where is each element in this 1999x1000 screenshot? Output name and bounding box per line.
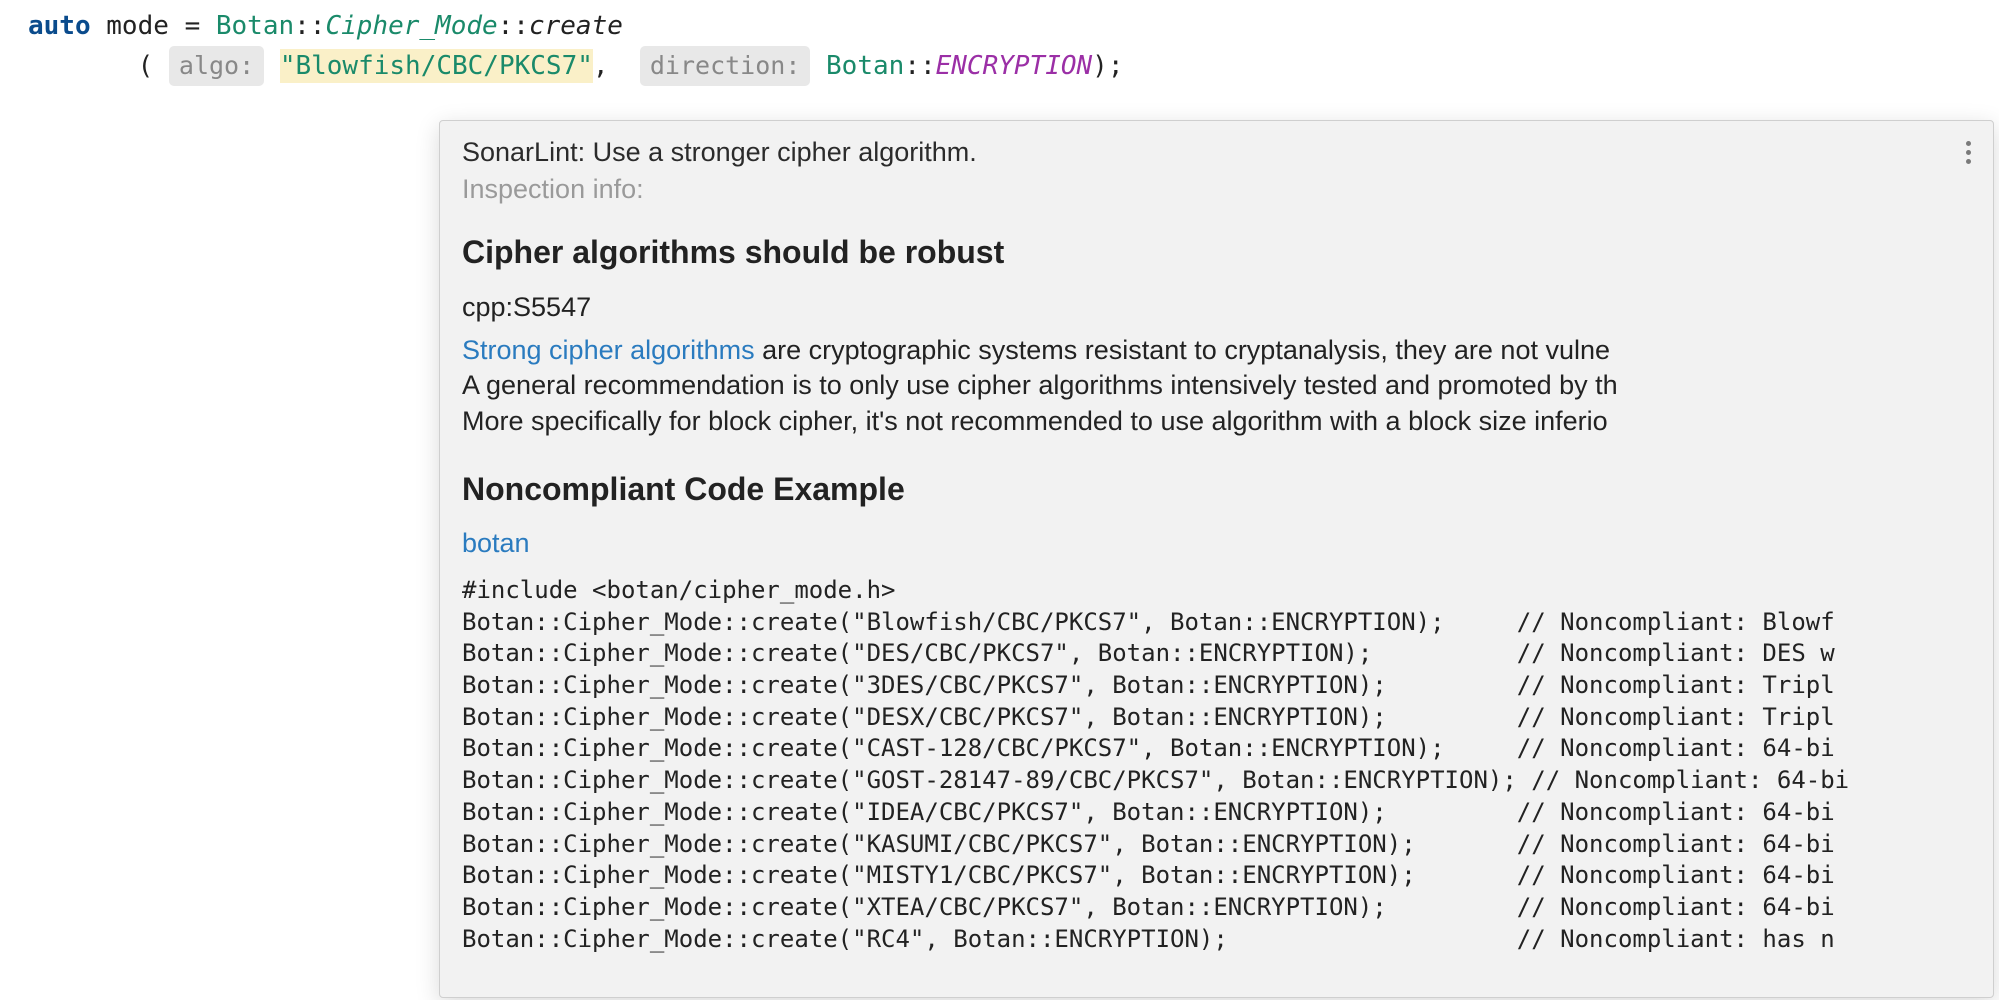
noncompliant-heading: Noncompliant Code Example (462, 466, 1971, 512)
comma: , (593, 51, 609, 81)
inspection-tooltip[interactable]: SonarLint: Use a stronger cipher algorit… (439, 120, 1994, 998)
variable-mode: mode (106, 11, 169, 41)
class-cipher-mode: Cipher_Mode (325, 11, 497, 41)
strong-cipher-link[interactable]: Strong cipher algorithms (462, 335, 755, 365)
param-hint-direction: direction: (640, 46, 811, 86)
more-options-icon[interactable] (1960, 135, 1977, 170)
inspection-info-label: Inspection info: (462, 172, 1971, 207)
string-algo-arg[interactable]: "Blowfish/CBC/PKCS7" (280, 49, 593, 83)
namespace-botan-2: Botan (826, 51, 904, 81)
noncompliant-codeblock[interactable]: #include <botan/cipher_mode.h> Botan::Ci… (462, 575, 1971, 955)
method-create: create (529, 11, 623, 41)
rule-desc-line-1: Strong cipher algorithms are cryptograph… (462, 333, 1971, 369)
dcolon: :: (294, 11, 325, 41)
rule-id: cpp:S5547 (462, 288, 1971, 327)
botan-link[interactable]: botan (462, 524, 530, 563)
desc-rest-1: are cryptographic systems resistant to c… (755, 335, 1610, 365)
dcolon3: :: (904, 51, 935, 81)
dcolon2: :: (498, 11, 529, 41)
operator-eq: = (185, 11, 201, 41)
rparen: ) (1092, 51, 1108, 81)
param-hint-algo: algo: (169, 46, 264, 86)
code-line-1[interactable]: auto mode = Botan::Cipher_Mode::create (0, 8, 1999, 46)
rule-title: Cipher algorithms should be robust (462, 229, 1971, 275)
rule-desc-line-2: A general recommendation is to only use … (462, 368, 1971, 404)
semi: ; (1108, 51, 1124, 81)
namespace-botan: Botan (216, 11, 294, 41)
const-encryption: ENCRYPTION (936, 51, 1093, 81)
code-editor[interactable]: auto mode = Botan::Cipher_Mode::create (… (0, 0, 1999, 86)
keyword-auto: auto (28, 11, 91, 41)
code-line-2[interactable]: ( algo: "Blowfish/CBC/PKCS7", direction:… (0, 46, 1999, 86)
rule-desc-line-3: More specifically for block cipher, it's… (462, 404, 1971, 440)
lparen: ( (138, 51, 154, 81)
sonarlint-message: SonarLint: Use a stronger cipher algorit… (462, 135, 1971, 170)
